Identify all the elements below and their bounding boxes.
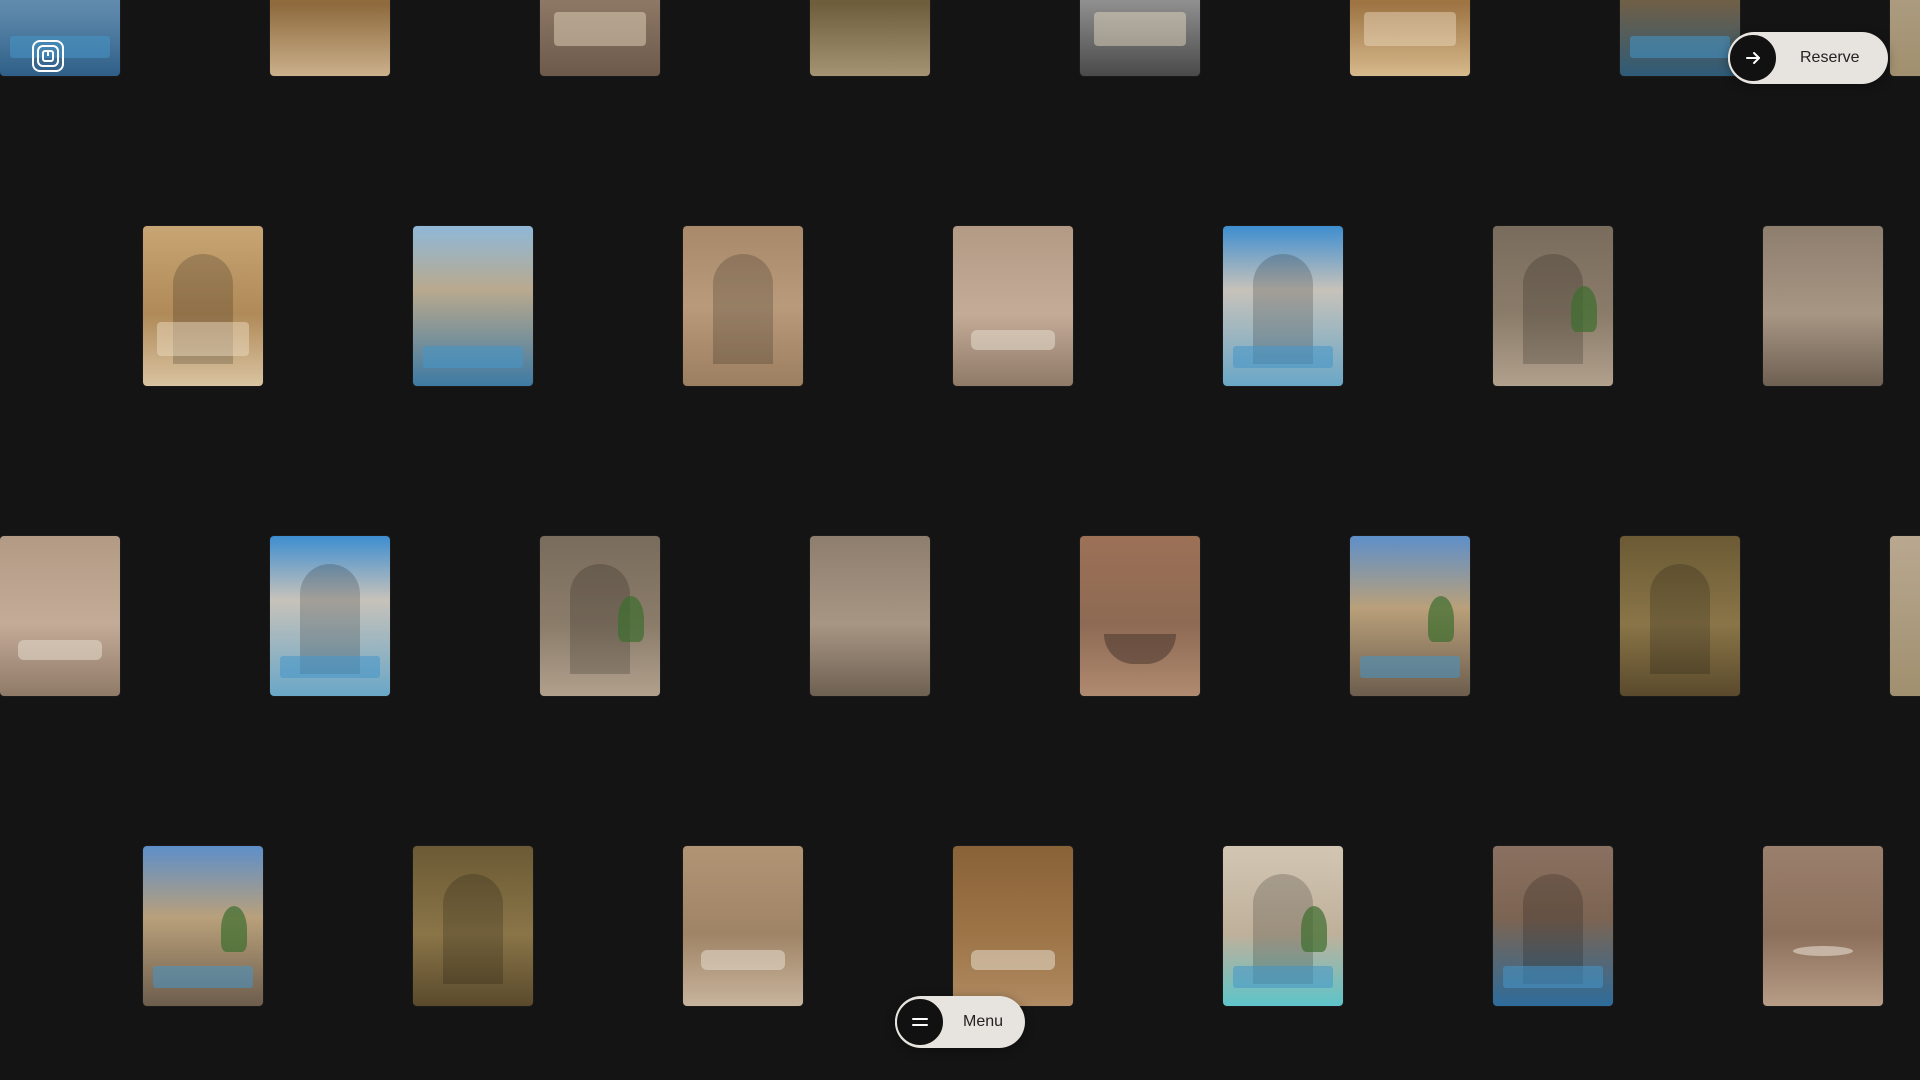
gallery-image-pool-terrace[interactable]	[1620, 0, 1740, 76]
gallery-image-stair-lounge[interactable]	[953, 226, 1073, 386]
reserve-label: Reserve	[1800, 49, 1860, 66]
gallery-image-dome-lounge[interactable]	[953, 846, 1073, 1006]
gallery-image-arch-plant-room[interactable]	[540, 536, 660, 696]
brand-logo-icon[interactable]	[30, 38, 66, 74]
arch-shape	[713, 254, 773, 364]
sofa-shape	[18, 640, 102, 660]
water-shape	[1630, 36, 1730, 58]
gallery-image-shower-niche[interactable]	[683, 226, 803, 386]
arrow-right-icon	[1728, 33, 1778, 83]
gallery-image-vanity-mirror-shower[interactable]	[1763, 226, 1883, 386]
bed-shape	[1094, 12, 1186, 46]
sofa-shape	[971, 330, 1055, 350]
water-shape	[1233, 966, 1333, 988]
gallery-image-partial-edge[interactable]	[1890, 0, 1920, 76]
bathtub-shape	[1104, 634, 1176, 664]
water-shape	[280, 656, 380, 678]
water-shape	[423, 346, 523, 368]
water-shape	[153, 966, 253, 988]
menu-button[interactable]: Menu	[895, 996, 1025, 1048]
water-shape	[1360, 656, 1460, 678]
gallery-image-arch-corridor[interactable]	[1620, 536, 1740, 696]
bed-shape	[1364, 12, 1456, 46]
water-shape	[1503, 966, 1603, 988]
gallery-image-arch-corridor[interactable]	[413, 846, 533, 1006]
gallery-image-staircase-vanity[interactable]	[270, 0, 390, 76]
gallery-image-arch-sky-pool[interactable]	[1223, 226, 1343, 386]
table-shape	[1793, 946, 1853, 956]
gallery-image-bedroom-arched[interactable]	[143, 226, 263, 386]
plant-shape	[221, 906, 247, 952]
reserve-button[interactable]: Reserve	[1728, 32, 1888, 84]
gallery-image-bedroom-gray[interactable]	[1080, 0, 1200, 76]
gallery-image-pool-courtyard[interactable]	[413, 226, 533, 386]
plant-shape	[618, 596, 644, 642]
gallery-image-palm-courtyard[interactable]	[143, 846, 263, 1006]
gallery-image-arch-plant-room[interactable]	[1493, 226, 1613, 386]
gallery-image-living-shelves[interactable]	[683, 846, 803, 1006]
gallery-image-partial-edge[interactable]	[1890, 536, 1920, 696]
gallery-image-bathtub-room[interactable]	[1080, 536, 1200, 696]
spiral-square-logo-icon	[32, 40, 64, 72]
gallery-image-arch-sky-pool[interactable]	[270, 536, 390, 696]
hamburger-icon	[895, 997, 945, 1047]
gallery-image-courtyard-columns[interactable]	[810, 0, 930, 76]
gallery-image-palm-courtyard[interactable]	[1350, 536, 1470, 696]
arch-shape	[1650, 564, 1710, 674]
bed-shape	[157, 322, 249, 356]
gallery-image-bedroom-neutral[interactable]	[540, 0, 660, 76]
arch-shape	[443, 874, 503, 984]
gallery-image-dining-room[interactable]	[1763, 846, 1883, 1006]
bed-shape	[554, 12, 646, 46]
gallery-image-stair-lounge[interactable]	[0, 536, 120, 696]
plant-shape	[1301, 906, 1327, 952]
gallery-image-cactus-arch[interactable]	[1223, 846, 1343, 1006]
plant-shape	[1428, 596, 1454, 642]
sofa-shape	[971, 950, 1055, 970]
sofa-shape	[701, 950, 785, 970]
gallery-image-bedroom-golden[interactable]	[1350, 0, 1470, 76]
water-shape	[1233, 346, 1333, 368]
plant-shape	[1571, 286, 1597, 332]
gallery-image-vanity-mirror-shower[interactable]	[810, 536, 930, 696]
menu-label: Menu	[963, 1013, 1004, 1030]
image-gallery	[0, 0, 1920, 1080]
gallery-image-round-portal-pool[interactable]	[1493, 846, 1613, 1006]
